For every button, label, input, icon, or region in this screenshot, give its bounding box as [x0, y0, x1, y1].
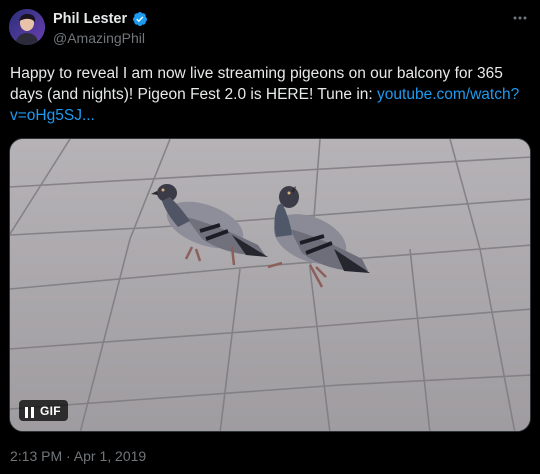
avatar[interactable] [9, 9, 45, 45]
tweet: Phil Lester @AmazingPhil Happy to reveal… [0, 0, 540, 474]
tweet-timestamp[interactable]: 2:13 PM · Apr 1, 2019 [10, 448, 146, 464]
more-options-icon[interactable] [510, 10, 530, 26]
verified-badge-icon [132, 11, 148, 27]
author-display-name[interactable]: Phil Lester [53, 11, 127, 27]
author-name-row: Phil Lester [53, 11, 148, 27]
gif-badge[interactable]: GIF [19, 400, 68, 421]
author-handle[interactable]: @AmazingPhil [53, 30, 145, 46]
pause-icon[interactable] [25, 405, 34, 418]
gif-label: GIF [40, 403, 61, 418]
gif-media[interactable] [9, 138, 531, 432]
pigeons-gif-frame [10, 139, 530, 431]
avatar-image [9, 9, 45, 45]
tweet-text: Happy to reveal I am now live streaming … [10, 63, 532, 126]
